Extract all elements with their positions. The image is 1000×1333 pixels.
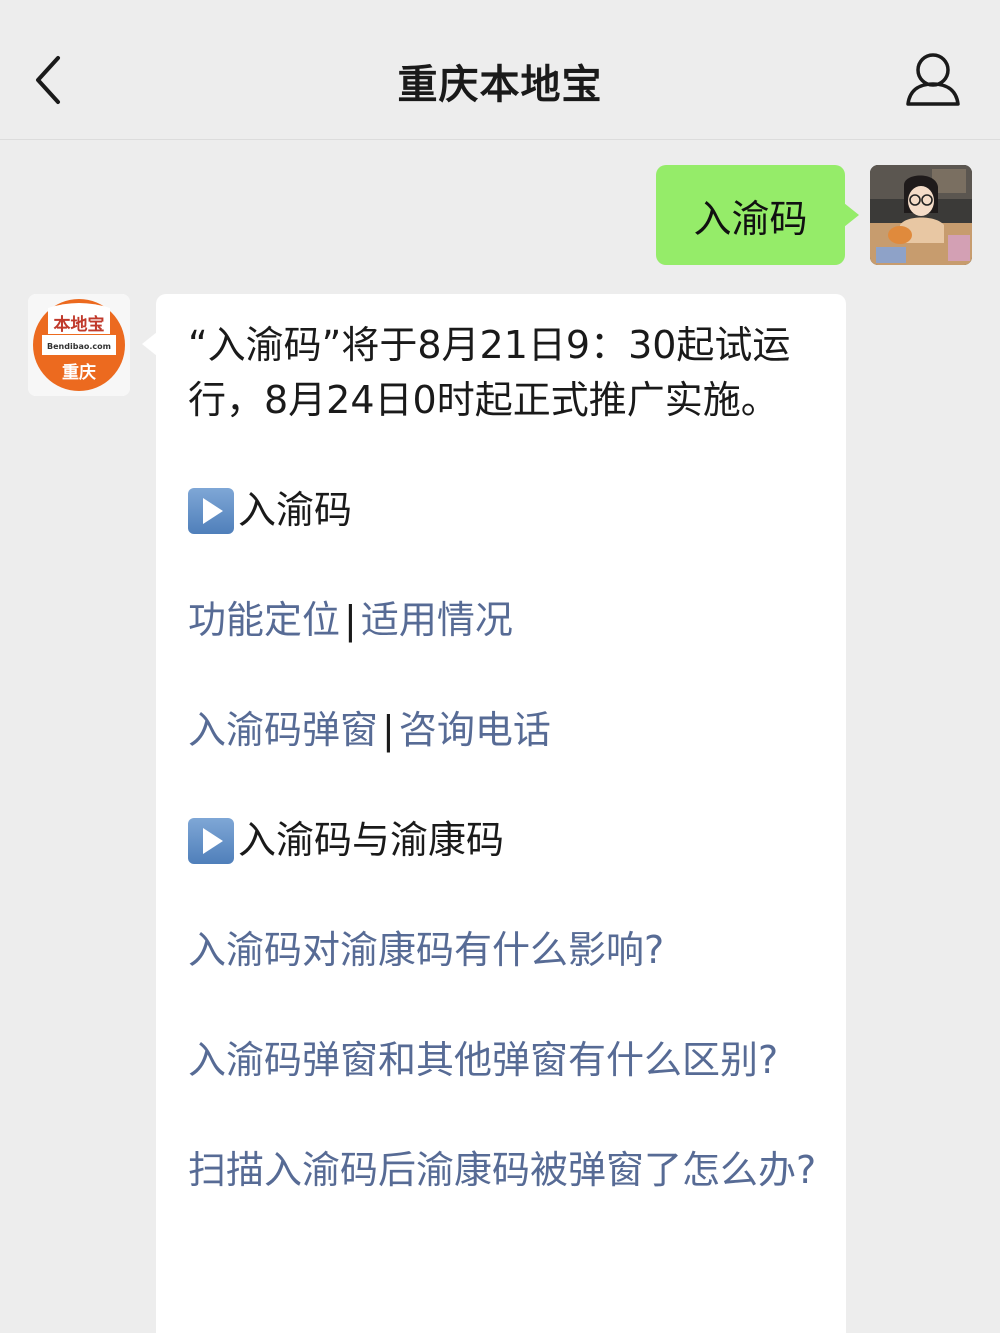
link-row: 功能定位 | 适用情况 bbox=[188, 593, 828, 648]
link-popup[interactable]: 入渝码弹窗 bbox=[188, 708, 378, 752]
question-link[interactable]: 入渝码弹窗和其他弹窗有什么区别? bbox=[188, 1033, 828, 1088]
user-avatar-image bbox=[870, 165, 972, 265]
chat-screen: 重庆本地宝 入渝码 本地宝 Bendibao.com 重庆 “入渝码”将于8月2… bbox=[0, 0, 1000, 1333]
intro-paragraph: “入渝码”将于8月21日9：30起试运行，8月24日0时起正式推广实施。 bbox=[188, 323, 791, 422]
link-separator: | bbox=[382, 708, 395, 752]
play-icon bbox=[188, 487, 234, 534]
section-heading-2: 入渝码与渝康码 bbox=[188, 813, 828, 868]
outgoing-message-bubble[interactable]: 入渝码 bbox=[656, 165, 859, 265]
question-link[interactable]: 扫描入渝码后渝康码被弹窗了怎么办? bbox=[188, 1143, 828, 1198]
logo-middle-text: Bendibao.com bbox=[47, 342, 111, 351]
question-link-text[interactable]: 入渝码弹窗和其他弹窗有什么区别? bbox=[188, 1038, 778, 1082]
outgoing-message-text: 入渝码 bbox=[693, 196, 808, 241]
user-avatar[interactable] bbox=[870, 165, 972, 265]
section-title: 入渝码 bbox=[238, 488, 353, 532]
logo-bottom-text: 重庆 bbox=[62, 362, 96, 383]
play-icon bbox=[188, 817, 234, 864]
link-separator: | bbox=[344, 598, 357, 642]
section-heading-1: 入渝码 bbox=[188, 483, 828, 538]
question-link-text[interactable]: 扫描入渝码后渝康码被弹窗了怎么办? bbox=[188, 1148, 816, 1192]
section-title: 入渝码与渝康码 bbox=[238, 818, 505, 862]
chat-title: 重庆本地宝 bbox=[397, 62, 603, 108]
chat-header: 重庆本地宝 bbox=[0, 0, 1000, 140]
question-link[interactable]: 入渝码对渝康码有什么影响? bbox=[188, 923, 828, 978]
link-hotline[interactable]: 咨询电话 bbox=[399, 708, 551, 752]
logo-top-text: 本地宝 bbox=[54, 314, 105, 335]
profile-button[interactable] bbox=[898, 48, 968, 112]
question-link-text[interactable]: 入渝码对渝康码有什么影响? bbox=[188, 928, 664, 972]
person-icon bbox=[906, 53, 960, 106]
incoming-message-content: “入渝码”将于8月21日9：30起试运行，8月24日0时起正式推广实施。 入渝码… bbox=[188, 318, 828, 1253]
bendibao-logo: 本地宝 Bendibao.com 重庆 bbox=[28, 294, 130, 396]
link-applicable-situations[interactable]: 适用情况 bbox=[361, 598, 513, 642]
link-function-position[interactable]: 功能定位 bbox=[188, 598, 340, 642]
link-row: 入渝码弹窗 | 咨询电话 bbox=[188, 703, 828, 758]
account-avatar[interactable]: 本地宝 Bendibao.com 重庆 bbox=[28, 294, 130, 396]
